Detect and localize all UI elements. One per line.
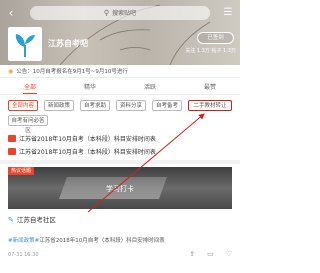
category-chip-news[interactable]: 新闻政策 bbox=[44, 100, 74, 111]
tab-all[interactable]: 全部 bbox=[0, 82, 60, 94]
post-actions: ⇪ ▭ ♡ bbox=[189, 250, 232, 258]
category-chip-prep[interactable]: 自考备考 bbox=[152, 100, 182, 111]
like-icon[interactable]: ♡ bbox=[226, 250, 232, 258]
bar-header-banner: ‹ ⚲ 搜索贴吧 ☰ 江苏自考吧 已签到 关注 1.3万 帖子 1.3万 bbox=[0, 0, 240, 65]
category-chip-all[interactable]: 全部内容 bbox=[8, 100, 38, 111]
tab-active[interactable]: 活跃 bbox=[120, 82, 180, 94]
hot-topic-badge: 热议话题 bbox=[8, 167, 35, 175]
speaker-icon: ◉ bbox=[8, 68, 14, 75]
share-icon[interactable]: ⇪ bbox=[189, 250, 195, 258]
post-timestamp: 07-31 16:30 bbox=[8, 252, 39, 258]
comment-icon[interactable]: ▭ bbox=[207, 250, 214, 258]
category-chip-help[interactable]: 自考求助 bbox=[80, 100, 110, 111]
announcement-bar[interactable]: ◉ 公告：10月自考报名在9月1号~9月10号进行 bbox=[0, 65, 240, 78]
category-chip-used-textbooks[interactable]: 二手教材转让 bbox=[188, 100, 232, 111]
post-author[interactable]: ✎ 江苏自考社区 bbox=[8, 214, 56, 224]
category-chip-qa[interactable]: 自考有问必答区 bbox=[8, 115, 48, 134]
sprout-icon bbox=[15, 34, 35, 57]
more-menu-icon[interactable]: ☰ bbox=[221, 6, 235, 20]
section-divider bbox=[0, 160, 240, 164]
search-input[interactable]: ⚲ 搜索贴吧 bbox=[30, 6, 210, 20]
bar-stats: 关注 1.3万 帖子 1.3万 bbox=[185, 48, 236, 54]
tab-top-liked[interactable]: 最赞 bbox=[180, 82, 240, 94]
bar-logo bbox=[8, 27, 42, 61]
pin-icon bbox=[8, 135, 16, 142]
feature-banner[interactable]: 热议话题 学习打卡 bbox=[8, 167, 232, 209]
author-avatar-icon: ✎ bbox=[8, 216, 14, 224]
back-icon[interactable]: ‹ bbox=[4, 6, 18, 20]
category-chip-resources[interactable]: 资料分享 bbox=[116, 100, 146, 111]
search-icon: ⚲ bbox=[103, 9, 110, 17]
tab-featured[interactable]: 精华 bbox=[60, 82, 120, 94]
feed-tabs: 全部 精华 活跃 最赞 bbox=[0, 82, 240, 95]
sign-in-button[interactable]: 已签到 bbox=[197, 32, 234, 44]
pinned-post[interactable]: 江苏省2018年10月自考（本科段）科目安排时间表 bbox=[0, 147, 240, 159]
pinned-post[interactable]: 江苏省2018年10月自考（本科段）科目安排时间表 bbox=[0, 134, 240, 146]
pin-icon bbox=[8, 148, 16, 155]
post-title[interactable]: #新闻政策#江苏省2018年10月自考（本科段）科目安排时间表 bbox=[8, 236, 165, 244]
feature-label: 学习打卡 bbox=[106, 185, 134, 193]
post-hashtag[interactable]: #新闻政策# bbox=[8, 238, 39, 244]
bar-title: 江苏自考吧 bbox=[48, 39, 88, 48]
